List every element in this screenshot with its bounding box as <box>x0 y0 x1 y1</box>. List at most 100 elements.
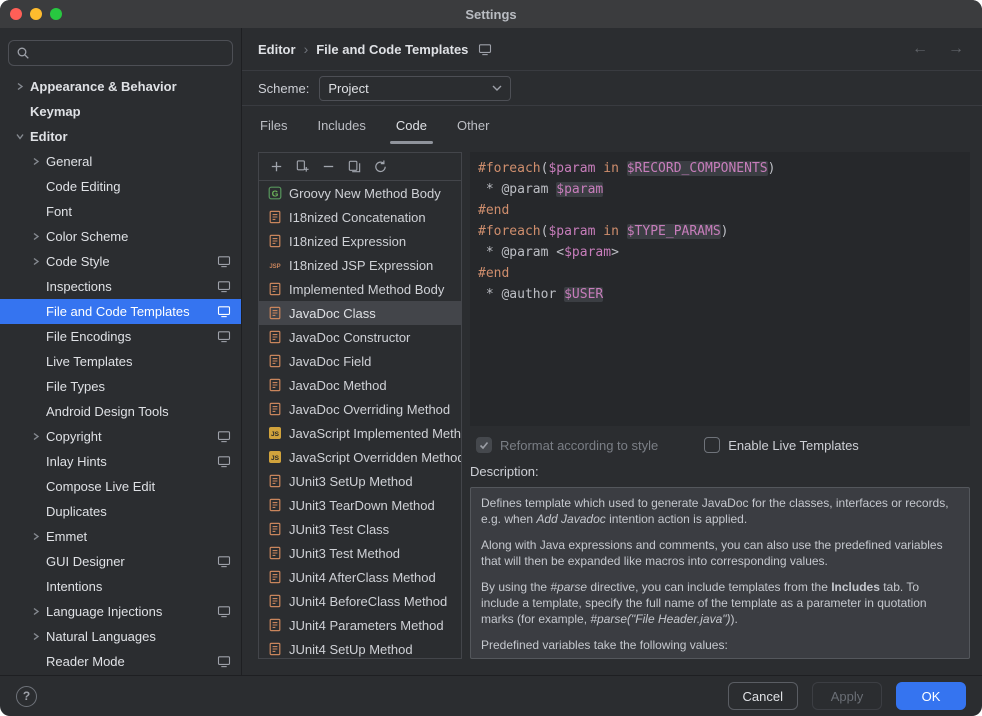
chevron-right-icon[interactable] <box>26 157 46 166</box>
template-item-junit3-test-class[interactable]: JUnit3 Test Class <box>259 517 461 541</box>
template-item-javadoc-constructor[interactable]: JavaDoc Constructor <box>259 325 461 349</box>
sidebar-item-keymap[interactable]: Keymap <box>0 99 241 124</box>
template-item-junit4-beforeclass-method[interactable]: JUnit4 BeforeClass Method <box>259 589 461 613</box>
close-button[interactable] <box>10 8 22 20</box>
template-item-label: I18nized Expression <box>289 234 406 249</box>
template-item-i18nized-jsp-expression[interactable]: JSPI18nized JSP Expression <box>259 253 461 277</box>
search-field[interactable] <box>8 40 233 66</box>
sidebar-item-general[interactable]: General <box>0 149 241 174</box>
code-editor[interactable]: #foreach($param in $RECORD_COMPONENTS) *… <box>470 152 970 426</box>
remove-template-button[interactable] <box>317 156 339 178</box>
enable-live-templates-checkbox[interactable] <box>704 437 720 453</box>
template-item-javadoc-overriding-method[interactable]: JavaDoc Overriding Method <box>259 397 461 421</box>
ide-settings-icon <box>217 305 231 318</box>
duplicate-template-button[interactable] <box>343 156 365 178</box>
chevron-right-icon[interactable] <box>26 257 46 266</box>
chevron-down-icon[interactable] <box>10 132 30 141</box>
template-template-icon <box>267 234 283 248</box>
template-item-i18nized-expression[interactable]: I18nized Expression <box>259 229 461 253</box>
sidebar-item-font[interactable]: Font <box>0 199 241 224</box>
sidebar-item-inspections[interactable]: Inspections <box>0 274 241 299</box>
sidebar-item-label: Intentions <box>46 579 102 594</box>
sidebar-item-file-types[interactable]: File Types <box>0 374 241 399</box>
sidebar-item-natural-languages[interactable]: Natural Languages <box>0 624 241 649</box>
sidebar-item-intentions[interactable]: Intentions <box>0 574 241 599</box>
sidebar-item-file-and-code-templates[interactable]: File and Code Templates <box>0 299 241 324</box>
sidebar-item-editor[interactable]: Editor <box>0 124 241 149</box>
template-item-javadoc-field[interactable]: JavaDoc Field <box>259 349 461 373</box>
breadcrumb-item-editor[interactable]: Editor <box>258 42 296 57</box>
breadcrumb-separator: › <box>304 41 309 57</box>
template-item-groovy-new-method-body[interactable]: GGroovy New Method Body <box>259 181 461 205</box>
minimize-button[interactable] <box>30 8 42 20</box>
template-item-i18nized-concatenation[interactable]: I18nized Concatenation <box>259 205 461 229</box>
template-item-javadoc-class[interactable]: JavaDoc Class <box>259 301 461 325</box>
description-box[interactable]: Defines template which used to generate … <box>470 487 970 659</box>
sidebar-item-appearance-behavior[interactable]: Appearance & Behavior <box>0 74 241 99</box>
sidebar-item-compose-live-edit[interactable]: Compose Live Edit <box>0 474 241 499</box>
scheme-label: Scheme: <box>258 81 309 96</box>
tab-files[interactable]: Files <box>258 106 289 144</box>
sidebar-item-file-encodings[interactable]: File Encodings <box>0 324 241 349</box>
option-label: Reformat according to style <box>500 438 658 453</box>
apply-button[interactable]: Apply <box>812 682 882 710</box>
sidebar-item-label: Natural Languages <box>46 629 156 644</box>
ide-settings-icon <box>217 280 231 293</box>
sidebar-item-code-editing[interactable]: Code Editing <box>0 174 241 199</box>
chevron-right-icon[interactable] <box>26 607 46 616</box>
sidebar-item-gui-designer[interactable]: GUI Designer <box>0 549 241 574</box>
dialog-footer: ? Cancel Apply OK <box>0 675 982 716</box>
sidebar-item-copyright[interactable]: Copyright <box>0 424 241 449</box>
sidebar-item-duplicates[interactable]: Duplicates <box>0 499 241 524</box>
sidebar-item-label: Compose Live Edit <box>46 479 155 494</box>
template-item-junit4-afterclass-method[interactable]: JUnit4 AfterClass Method <box>259 565 461 589</box>
sidebar-item-emmet[interactable]: Emmet <box>0 524 241 549</box>
ide-settings-icon <box>217 555 231 568</box>
sidebar-item-label: Inspections <box>46 279 112 294</box>
back-icon[interactable]: ← <box>912 41 928 57</box>
add-template-button[interactable] <box>265 156 287 178</box>
chevron-right-icon[interactable] <box>26 232 46 241</box>
jsp-template-icon: JSP <box>267 258 283 272</box>
breadcrumb-item-file-and-code-templates[interactable]: File and Code Templates <box>316 42 468 57</box>
settings-sidebar: Appearance & Behavior KeymapEditorGeneral… <box>0 28 242 675</box>
tab-includes[interactable]: Includes <box>315 106 367 144</box>
ok-button[interactable]: OK <box>896 682 966 710</box>
search-input[interactable] <box>36 46 225 61</box>
sidebar-item-inlay-hints[interactable]: Inlay Hints <box>0 449 241 474</box>
chevron-right-icon[interactable] <box>26 532 46 541</box>
tab-other[interactable]: Other <box>455 106 492 144</box>
cancel-button[interactable]: Cancel <box>728 682 798 710</box>
forward-icon[interactable]: → <box>948 41 964 57</box>
sidebar-item-code-style[interactable]: Code Style <box>0 249 241 274</box>
template-item-junit3-setup-method[interactable]: JUnit3 SetUp Method <box>259 469 461 493</box>
sidebar-item-reader-mode[interactable]: Reader Mode <box>0 649 241 674</box>
template-item-javadoc-method[interactable]: JavaDoc Method <box>259 373 461 397</box>
sidebar-item-language-injections[interactable]: Language Injections <box>0 599 241 624</box>
template-item-junit3-teardown-method[interactable]: JUnit3 TearDown Method <box>259 493 461 517</box>
svg-text:JSP: JSP <box>269 264 280 270</box>
template-item-junit3-test-method[interactable]: JUnit3 Test Method <box>259 541 461 565</box>
reset-templates-button[interactable] <box>369 156 391 178</box>
sidebar-item-label: Appearance & Behavior <box>30 79 177 94</box>
template-item-implemented-method-body[interactable]: Implemented Method Body <box>259 277 461 301</box>
sidebar-item-android-design-tools[interactable]: Android Design Tools <box>0 399 241 424</box>
create-child-template-button[interactable] <box>291 156 313 178</box>
zoom-button[interactable] <box>50 8 62 20</box>
sidebar-item-label: Code Style <box>46 254 110 269</box>
sidebar-item-live-templates[interactable]: Live Templates <box>0 349 241 374</box>
chevron-right-icon[interactable] <box>26 432 46 441</box>
scheme-select[interactable]: Project <box>319 76 511 101</box>
template-item-label: JUnit3 Test Method <box>289 546 400 561</box>
option-enable-live-templates[interactable]: Enable Live Templates <box>704 437 859 453</box>
template-item-junit4-parameters-method[interactable]: JUnit4 Parameters Method <box>259 613 461 637</box>
tab-code[interactable]: Code <box>394 106 429 144</box>
js-template-icon: JS <box>267 426 283 440</box>
help-button[interactable]: ? <box>16 686 37 707</box>
chevron-right-icon[interactable] <box>26 632 46 641</box>
chevron-right-icon[interactable] <box>10 82 30 91</box>
template-item-javascript-overridden-method[interactable]: JSJavaScript Overridden Method <box>259 445 461 469</box>
template-item-javascript-implemented-method[interactable]: JSJavaScript Implemented Method <box>259 421 461 445</box>
template-item-junit4-setup-method[interactable]: JUnit4 SetUp Method <box>259 637 461 658</box>
sidebar-item-color-scheme[interactable]: Color Scheme <box>0 224 241 249</box>
